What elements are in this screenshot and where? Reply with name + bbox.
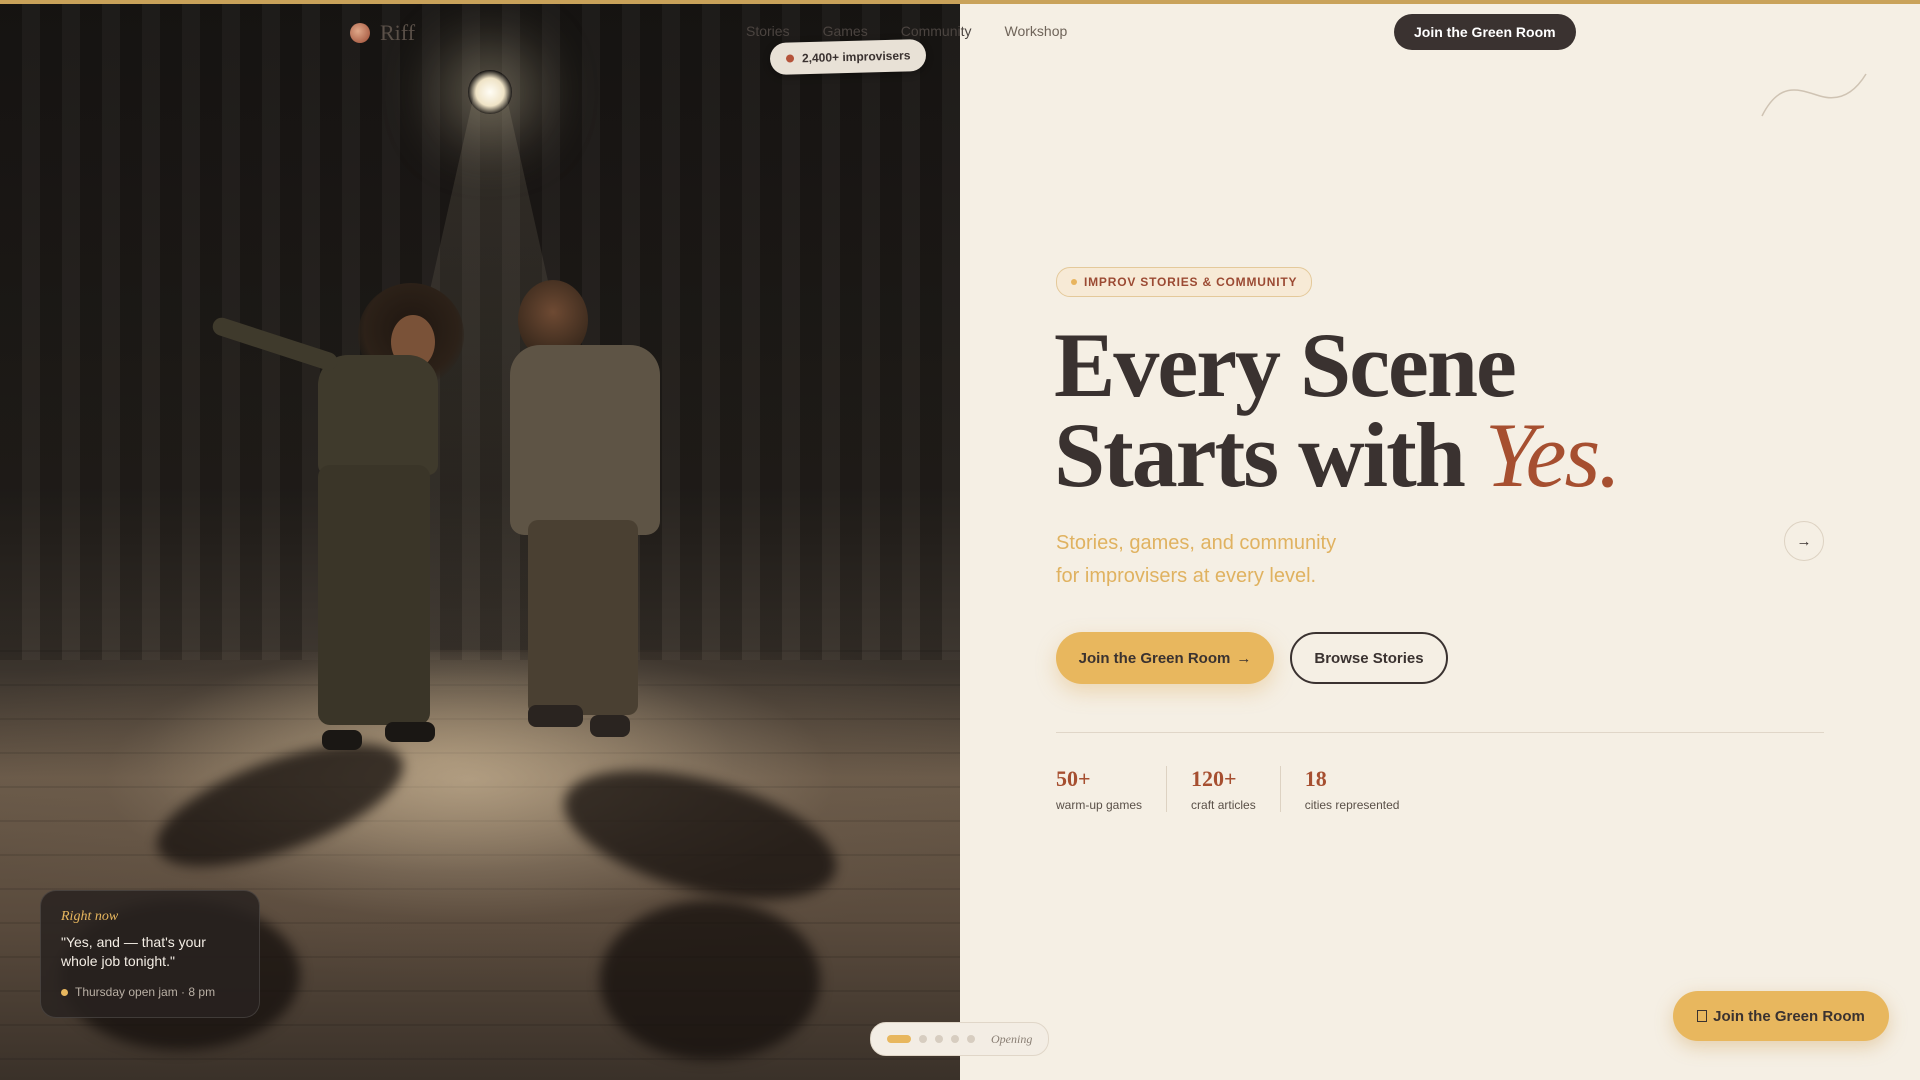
floating-join-button[interactable]: Join the Green Room: [1673, 991, 1889, 1041]
stats-row: 50+ warm-up games 120+ craft articles 18…: [1056, 766, 1423, 812]
hero-subtitle-line1: Stories, games, and community: [1056, 532, 1337, 554]
live-dot-icon: [785, 54, 795, 63]
eyebrow-badge: IMPROV STORIES & COMMUNITY: [1056, 267, 1313, 297]
stat-label: cities represented: [1304, 798, 1400, 812]
stat-item: 120+ craft articles: [1166, 766, 1280, 812]
stat-item: 50+ warm-up games: [1056, 766, 1166, 812]
card-eyebrow: Right now: [61, 909, 119, 924]
shadow: [600, 900, 820, 1060]
stat-label: craft articles: [1191, 798, 1256, 812]
hero-title-line2: Starts with: [1054, 404, 1466, 506]
slide-label: Opening: [991, 1031, 1033, 1046]
badge-dot-icon: [1071, 279, 1077, 285]
card-quote: "Yes, and — that's your whole job tonigh…: [61, 934, 206, 969]
nav-community[interactable]: Community: [901, 23, 972, 39]
floating-join-label: Join the Green Room: [1713, 1007, 1865, 1025]
arrow-right-icon: →: [1236, 649, 1252, 667]
brand-logo[interactable]: Riff: [350, 20, 415, 46]
join-green-room-button[interactable]: Join the Green Room →: [1056, 632, 1274, 684]
stat-value: 50+: [1056, 766, 1091, 791]
stat-label: warm-up games: [1056, 798, 1143, 812]
brand-mark-icon: [350, 23, 370, 43]
slide-dot[interactable]: [967, 1035, 975, 1043]
badge-label: IMPROV STORIES & COMMUNITY: [1084, 275, 1298, 289]
slide-dot[interactable]: [951, 1035, 959, 1043]
spotlight: [468, 70, 512, 114]
nav-workshop[interactable]: Workshop: [1005, 23, 1068, 39]
stat-value: 120+: [1191, 766, 1237, 791]
main-nav: Stories Games Community Workshop: [746, 23, 1067, 39]
squiggle-decoration-icon: [1761, 73, 1867, 117]
top-accent-bar: [0, 0, 1920, 4]
hero-subtitle-line2: for improvisers at every level.: [1056, 565, 1317, 587]
divider: [1056, 732, 1824, 733]
members-count-pill: 2,400+ improvisers: [769, 38, 927, 76]
header-join-button[interactable]: Join the Green Room: [1394, 14, 1576, 50]
slide-dot-active[interactable]: [887, 1035, 911, 1043]
hero-subtitle: Stories, games, and community for improv…: [1056, 527, 1476, 593]
next-arrow-button[interactable]: →: [1784, 521, 1824, 561]
event-dot-icon: [61, 988, 68, 996]
nav-stories[interactable]: Stories: [746, 23, 790, 39]
stat-item: 18 cities represented: [1279, 766, 1424, 812]
door-icon: [1697, 1010, 1708, 1022]
members-count-label: 2,400+ improvisers: [801, 48, 911, 66]
hero-title-line1: Every Scene: [1054, 314, 1517, 416]
join-button-label: Join the Green Room: [1078, 649, 1231, 667]
hero-title-accent: Yes.: [1484, 404, 1621, 506]
hero-title: Every Scene Starts with Yes.: [1054, 319, 1621, 501]
now-quote-card: Right now "Yes, and — that's your whole …: [40, 890, 260, 1018]
nav-games[interactable]: Games: [823, 23, 868, 39]
slide-dot[interactable]: [935, 1035, 943, 1043]
stat-value: 18: [1304, 766, 1327, 791]
slide-pager: Opening: [870, 1022, 1050, 1056]
slide-dot[interactable]: [919, 1035, 927, 1043]
card-meta: Thursday open jam · 8 pm: [61, 985, 239, 999]
brand-name: Riff: [380, 20, 416, 45]
browse-stories-button[interactable]: Browse Stories: [1290, 632, 1448, 684]
card-meta-label: Thursday open jam · 8 pm: [75, 985, 216, 999]
arrow-right-icon: →: [1796, 532, 1812, 550]
